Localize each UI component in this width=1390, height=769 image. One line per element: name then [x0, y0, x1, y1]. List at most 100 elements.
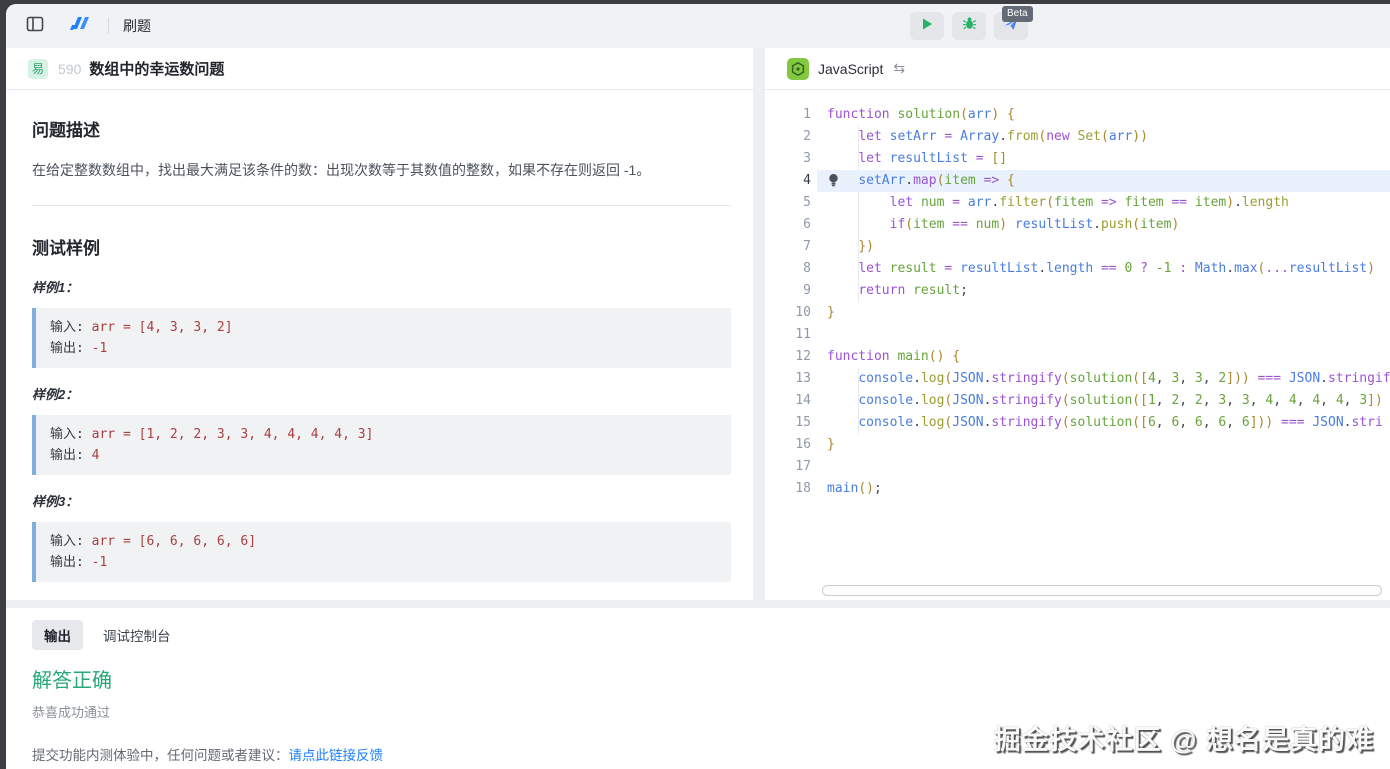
topbar-divider — [108, 18, 109, 34]
line-number: 2 — [765, 126, 811, 148]
feedback-link[interactable]: 请点此链接反馈 — [289, 748, 384, 763]
sample-block: 输入: arr = [6, 6, 6, 6, 6]输出: -1 — [32, 522, 731, 582]
indent-guide — [858, 214, 859, 236]
code-line[interactable]: 16} — [765, 434, 1390, 456]
juejin-logo[interactable] — [64, 11, 94, 41]
code-line-content: if(item == num) resultList.push(item) — [827, 214, 1179, 236]
code-line[interactable]: 13 console.log(JSON.stringify(solution([… — [765, 368, 1390, 390]
code-line-content: let num = arr.filter(fitem => fitem == i… — [827, 192, 1289, 214]
code-line-content: function main() { — [827, 346, 960, 368]
feedback-row: 提交功能内测体验中，任何问题或者建议：请点此链接反馈 — [6, 721, 1390, 764]
code-line[interactable]: 15 console.log(JSON.stringify(solution([… — [765, 412, 1390, 434]
bug-icon — [962, 16, 977, 36]
line-number: 8 — [765, 258, 811, 280]
console-panel: 输出调试控制台 解答正确 恭喜成功通过 提交功能内测体验中，任何问题或者建议：请… — [6, 608, 1390, 769]
sample-block: 输入: arr = [1, 2, 2, 3, 3, 4, 4, 4, 4, 3]… — [32, 415, 731, 475]
line-number: 14 — [765, 390, 811, 412]
code-line-content: }) — [827, 236, 874, 258]
code-line-content: } — [827, 302, 835, 324]
description-heading: 问题描述 — [32, 116, 731, 141]
console-tab-调试控制台[interactable]: 调试控制台 — [91, 620, 183, 650]
code-line[interactable]: 5 let num = arr.filter(fitem => fitem ==… — [765, 192, 1390, 214]
description-text: 在给定整数数组中，找出最大满足该条件的数：出现次数等于其数值的整数，如果不存在则… — [32, 159, 731, 181]
code-line-content: } — [827, 434, 835, 456]
indent-guide — [858, 280, 859, 302]
sample-line: 输入: arr = [1, 2, 2, 3, 3, 4, 4, 4, 4, 3] — [50, 424, 717, 445]
line-number: 17 — [765, 456, 811, 478]
code-line[interactable]: 18 main(); — [765, 478, 1390, 500]
beta-badge: Beta — [1002, 6, 1033, 22]
sample-label: 样例1： — [32, 277, 731, 296]
play-icon — [920, 17, 934, 36]
sample-block: 输入: arr = [4, 3, 3, 2]输出: -1 — [32, 308, 731, 368]
code-line[interactable]: 12 function main() { — [765, 346, 1390, 368]
indent-guide — [858, 126, 859, 148]
horizontal-scrollbar[interactable] — [822, 585, 1382, 596]
line-number: 10 — [765, 302, 811, 324]
code-line-content: setArr.map(item => { — [827, 170, 1015, 192]
line-number: 12 — [765, 346, 811, 368]
result-subtitle: 恭喜成功通过 — [6, 693, 1390, 721]
problem-title: 数组中的幸运数问题 — [89, 58, 224, 79]
code-line-content: function solution(arr) { — [827, 104, 1015, 126]
code-line-content: console.log(JSON.stringify(solution([6, … — [827, 412, 1383, 434]
language-swap-icon[interactable]: ⇆ — [893, 60, 905, 77]
language-label: JavaScript — [818, 61, 883, 77]
line-number: 4 — [765, 170, 811, 192]
code-line[interactable]: 17 — [765, 456, 1390, 478]
sample-label: 样例2： — [32, 384, 731, 403]
line-number: 18 — [765, 478, 811, 500]
indent-guide — [858, 236, 859, 258]
code-line[interactable]: 2 let setArr = Array.from(new Set(arr)) — [765, 126, 1390, 148]
problem-panel: 易 590 数组中的幸运数问题 问题描述 在给定整数数组中，找出最大满足该条件的… — [6, 48, 753, 600]
line-number: 5 — [765, 192, 811, 214]
app-window: 刷题 — [6, 4, 1390, 769]
code-line[interactable]: 11 — [765, 324, 1390, 346]
code-line-content: main(); — [827, 478, 882, 500]
result-title: 解答正确 — [6, 650, 1390, 693]
debug-button[interactable] — [952, 12, 986, 40]
code-line[interactable]: 4 setArr.map(item => { — [765, 170, 1390, 192]
indent-guide — [858, 390, 859, 412]
line-number: 7 — [765, 236, 811, 258]
sidebar-toggle-button[interactable] — [20, 11, 50, 41]
code-line[interactable]: 1function solution(arr) { — [765, 104, 1390, 126]
code-line[interactable]: 14 console.log(JSON.stringify(solution([… — [765, 390, 1390, 412]
code-line[interactable]: 7 }) — [765, 236, 1390, 258]
samples-heading: 测试样例 — [32, 234, 731, 259]
code-line-content: return result; — [827, 280, 968, 302]
console-tab-输出[interactable]: 输出 — [32, 620, 83, 650]
code-line[interactable]: 9 return result; — [765, 280, 1390, 302]
code-line-content: console.log(JSON.stringify(solution([1, … — [827, 390, 1383, 412]
panel-layout-icon — [25, 14, 45, 39]
code-line-content: let result = resultList.length == 0 ? -1… — [827, 258, 1375, 280]
editor-panel: JavaScript ⇆ 1function solution(arr) {2 … — [765, 48, 1390, 600]
sample-line: 输出: -1 — [50, 338, 717, 359]
problem-content: 问题描述 在给定整数数组中，找出最大满足该条件的数：出现次数等于其数值的整数，如… — [6, 90, 753, 582]
sample-line: 输出: 4 — [50, 445, 717, 466]
difficulty-badge: 易 — [28, 59, 48, 79]
code-line[interactable]: 10} — [765, 302, 1390, 324]
code-line[interactable]: 6 if(item == num) resultList.push(item) — [765, 214, 1390, 236]
topbar: 刷题 — [6, 4, 1390, 48]
indent-guide — [858, 148, 859, 170]
indent-guide — [858, 368, 859, 390]
indent-guide — [858, 412, 859, 434]
code-line[interactable]: 3 let resultList = [] — [765, 148, 1390, 170]
problem-header: 易 590 数组中的幸运数问题 — [6, 48, 753, 90]
line-number: 3 — [765, 148, 811, 170]
editor-header: JavaScript ⇆ — [765, 48, 1390, 90]
code-line-content: console.log(JSON.stringify(solution([4, … — [827, 368, 1390, 390]
javascript-icon — [787, 58, 809, 80]
run-button[interactable] — [910, 12, 944, 40]
code-line-content: let resultList = [] — [827, 148, 1007, 170]
lightbulb-icon[interactable] — [827, 173, 841, 189]
indent-guide — [858, 192, 859, 214]
code-editor[interactable]: 1function solution(arr) {2 let setArr = … — [765, 90, 1390, 580]
code-line[interactable]: 8 let result = resultList.length == 0 ? … — [765, 258, 1390, 280]
code-line-content: let setArr = Array.from(new Set(arr)) — [827, 126, 1148, 148]
console-tabs: 输出调试控制台 — [6, 608, 1390, 650]
line-number: 9 — [765, 280, 811, 302]
feedback-text: 提交功能内测体验中，任何问题或者建议： — [32, 748, 289, 763]
sample-label: 样例3： — [32, 491, 731, 510]
